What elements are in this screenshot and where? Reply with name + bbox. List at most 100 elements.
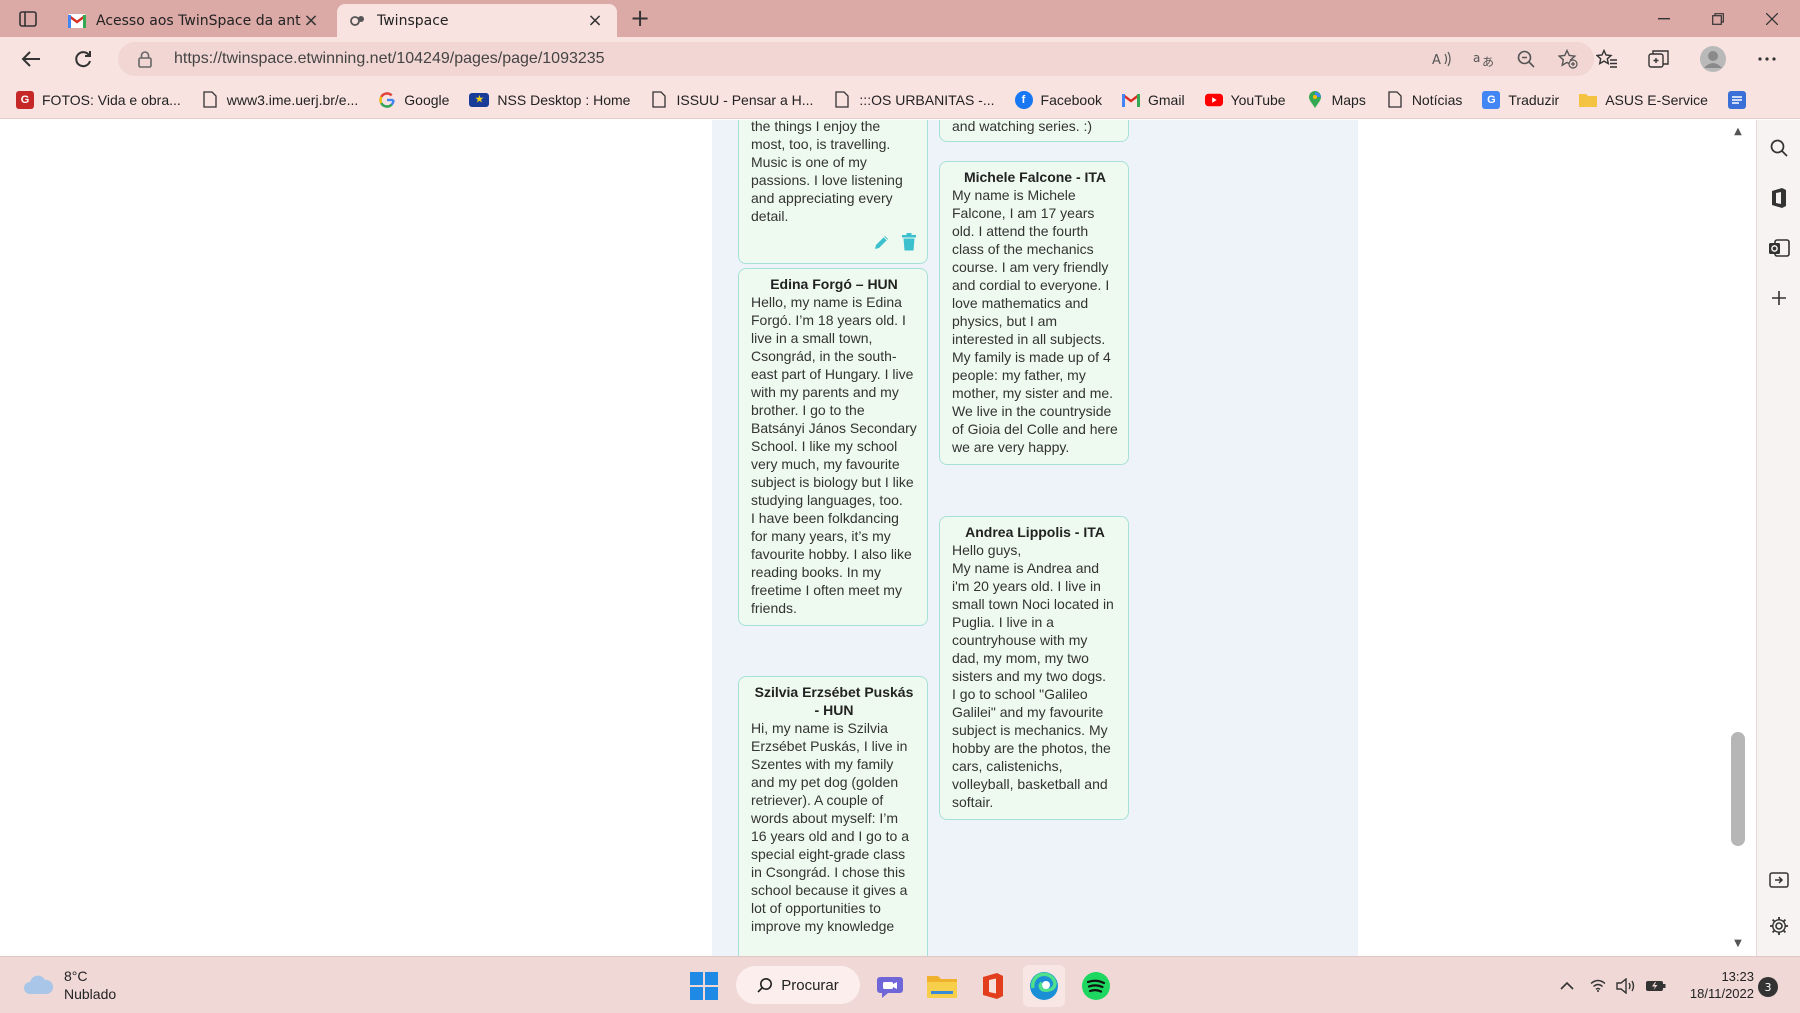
card-body: Hello guys, My name is Andrea and i'm 20… [952,542,1114,810]
lock-icon[interactable] [138,50,158,68]
tab-gmail[interactable]: Acesso aos TwinSpace da antiga × [56,4,333,37]
scroll-up-arrow-icon[interactable]: ▲ [1730,126,1746,140]
delete-trash-icon[interactable] [901,233,917,255]
profile-card: the things I enjoy the most, too, is tra… [738,120,928,264]
translate-icon: G [1482,90,1501,109]
battery-charging-icon [1646,980,1666,991]
bookmark-facebook[interactable]: f Facebook [1014,90,1102,109]
collections-icon [1648,50,1669,68]
taskbar-search[interactable]: Procurar [736,966,860,1004]
teams-chat-button[interactable] [869,965,911,1007]
new-tab-button[interactable]: + [625,6,655,32]
reload-icon [75,51,91,68]
page-scrollbar[interactable]: ▲ ▼ [1720,120,1756,956]
restore-button[interactable] [1694,0,1742,37]
read-aloud-icon[interactable]: A [1430,47,1454,71]
tab-title: Twinspace [377,12,449,29]
bookmark-urbanitas[interactable]: :::OS URBANITAS -... [833,91,995,109]
zoom-out-icon[interactable] [1514,47,1538,71]
bookmark-traduzir[interactable]: G Traduzir [1482,90,1559,109]
weather-temperature: 8°C [64,968,88,984]
bookmark-gmail[interactable]: Gmail [1122,91,1185,109]
reload-button[interactable] [66,42,100,76]
bookmark-label: Notícias [1411,91,1463,108]
bookmark-ime[interactable]: www3.ime.uerj.br/e... [201,91,358,109]
add-favorite-icon[interactable] [1556,47,1580,71]
address-bar[interactable]: https://twinspace.etwinning.net/104249/p… [118,42,1594,76]
g-red-icon: G [16,90,34,109]
notification-badge[interactable]: 3 [1758,977,1778,997]
spotify-button[interactable] [1075,965,1117,1007]
office-icon [983,973,1003,999]
windows-logo-icon [690,972,718,1000]
close-tab-icon[interactable]: × [301,10,321,31]
office-app-button[interactable] [972,965,1014,1007]
bookmark-reading-list[interactable] [1727,90,1754,109]
volume-control[interactable] [1615,957,1637,1013]
minimize-button[interactable] [1640,0,1688,37]
settings-menu-button[interactable] [1750,42,1784,76]
card-body: My name is Michele Falcone, I am 17 year… [952,187,1118,455]
scroll-thumb[interactable] [1731,732,1745,846]
edit-pencil-icon[interactable] [873,233,891,255]
sidebar-hide-button[interactable] [1763,864,1795,896]
sidebar-search-button[interactable] [1763,132,1795,164]
bookmark-youtube[interactable]: YouTube [1204,91,1286,109]
bookmark-fotos[interactable]: G FOTOS: Vida e obra... [16,90,181,109]
edge-sidebar [1756,120,1800,956]
folder-icon [927,976,957,998]
favorites-button[interactable] [1590,42,1624,76]
hide-sidebar-icon [1769,872,1789,888]
weather-description: Nublado [64,986,117,1002]
wifi-status[interactable] [1587,957,1609,1013]
tab-title: Acesso aos TwinSpace da antiga [96,12,301,29]
bookmark-label: YouTube [1230,91,1286,108]
bookmark-asus[interactable]: ASUS E-Service [1579,91,1708,109]
bookmark-maps[interactable]: Maps [1306,90,1366,109]
twinspace-icon [350,15,364,26]
bookmark-label: :::OS URBANITAS -... [859,91,995,108]
back-button[interactable] [14,42,48,76]
translate-icon[interactable]: aあ [1472,47,1496,71]
url-text[interactable]: https://twinspace.etwinning.net/104249/p… [174,50,605,68]
bookmarks-bar: G FOTOS: Vida e obra... www3.ime.uerj.br… [0,81,1800,119]
scroll-down-arrow-icon[interactable]: ▼ [1730,938,1746,952]
file-explorer-button[interactable] [921,965,963,1007]
bookmark-issuu[interactable]: ISSUU - Pensar a H... [650,91,813,109]
sidebar-office-button[interactable] [1763,182,1795,214]
profile-card: Szilvia Erzsébet Puskás - HUN Hi, my nam… [738,676,928,956]
close-tab-icon[interactable]: × [585,10,605,31]
start-button[interactable] [683,965,725,1007]
edge-browser-button[interactable] [1023,965,1065,1007]
bookmark-label: FOTOS: Vida e obra... [42,91,181,108]
card-body: and watching series. :) [952,120,1093,134]
bookmark-google[interactable]: Google [378,91,449,109]
taskbar-clock[interactable]: 13:23 18/11/2022 [1670,968,1754,1002]
sidebar-outlook-button[interactable] [1763,232,1795,264]
profile-card: Michele Falcone - ITA My name is Michele… [939,161,1129,465]
show-hidden-icons-button[interactable] [1555,957,1579,1013]
bookmark-label: Facebook [1040,91,1102,108]
close-window-button[interactable] [1748,0,1796,37]
clock-date: 18/11/2022 [1689,986,1754,1001]
profile-button[interactable] [1696,42,1730,76]
card-body: Hi, my name is Szilvia Erzsébet Puskás, … [751,720,909,934]
search-icon [1770,139,1788,157]
tab-twinspace[interactable]: Twinspace × [337,4,617,37]
weather-widget[interactable]: 8°C Nublado [22,967,116,1003]
tab-actions-button[interactable] [12,6,44,32]
sidebar-add-button[interactable] [1763,282,1795,314]
bookmark-nss[interactable]: ★ NSS Desktop : Home [469,92,630,108]
svg-text:a: a [1473,51,1480,65]
battery-status[interactable] [1643,957,1669,1013]
minimize-icon [1658,17,1670,19]
collections-button[interactable] [1642,42,1676,76]
outlook-icon [1769,239,1790,257]
bookmark-noticias[interactable]: Notícias [1386,91,1463,109]
page-icon [650,91,668,109]
bookmark-label: www3.ime.uerj.br/e... [226,91,359,108]
sidebar-settings-button[interactable] [1763,910,1795,942]
search-icon [757,978,773,993]
card-body: the things I enjoy the most, too, is tra… [751,120,903,224]
profile-card: Andrea Lippolis - ITA Hello guys, My nam… [939,516,1129,820]
